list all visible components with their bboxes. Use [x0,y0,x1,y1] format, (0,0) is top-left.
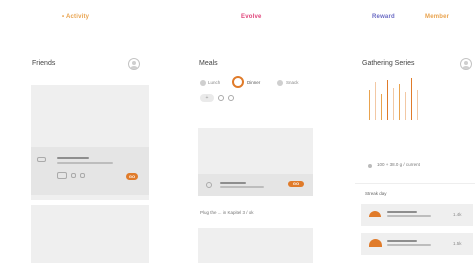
meals-title: Meals [199,60,218,67]
comment-icon[interactable] [80,173,85,178]
reward-panel: Gathering Series 100 + 38.0 g / current … [355,50,475,263]
tab-activity[interactable]: • Activity [62,14,89,20]
chart-line [387,80,388,120]
reward-avatar-icon[interactable] [460,58,472,70]
reward-item-detail-placeholder [387,215,431,217]
add-meal-chip[interactable]: + [200,94,214,102]
meal-card-2[interactable] [198,228,313,263]
friends-title: Friends [32,60,56,67]
friend-detail-placeholder [57,162,113,164]
friend-go-button[interactable]: GO [126,173,138,180]
section-divider [355,183,475,184]
reward-item-1[interactable]: 1.4k [361,204,473,226]
share-icon[interactable] [57,172,67,179]
stat-bullet-icon [368,164,372,168]
chart-line [405,92,406,120]
chart-line [417,90,418,120]
chart-line [399,84,400,120]
tab-reward[interactable]: Reward [372,14,395,20]
chart-line [375,82,376,120]
meal-name-placeholder [220,182,246,184]
friend-name-placeholder [57,157,89,159]
friends-panel: Friends GO [25,50,150,263]
reward-item-value: 1.4k [453,212,462,217]
filter-icon[interactable] [218,95,224,101]
reward-item-value: 1.5k [453,241,462,246]
like-icon[interactable] [71,173,76,178]
top-tab-bar: • Activity Evolve Reward Member [0,0,475,40]
tab-member[interactable]: Member [425,14,449,20]
chart-line [381,94,382,120]
meal-row[interactable]: GO [198,174,313,196]
thumbnail-icon [37,157,46,162]
meals-panel: Meals Lunch Dinner Snack + GO Plug the .… [192,50,317,263]
meal-snack-label[interactable]: Snack [286,80,299,85]
meal-lunch-label[interactable]: Lunch [208,80,220,85]
meal-lunch-icon[interactable] [200,80,206,86]
sort-icon[interactable] [228,95,234,101]
meal-dinner-label[interactable]: Dinner [247,80,260,85]
reward-item-icon [369,239,382,247]
meal-go-button[interactable]: GO [288,181,304,187]
reward-item-name-placeholder [387,240,417,242]
meal-snack-icon[interactable] [277,80,283,86]
meal-detail-placeholder [220,186,264,188]
friend-feed-card[interactable]: GO [31,85,149,200]
reward-stat-text: 100 + 38.0 g / current [377,162,420,167]
profile-avatar-icon[interactable] [128,58,140,70]
reward-item-icon [369,211,381,217]
friend-activity-row[interactable]: GO [31,147,149,195]
reward-section-label: Streak day [365,191,387,196]
chart-line [369,90,370,120]
meal-selected-ring-icon[interactable] [232,76,244,88]
chart-line [411,78,412,120]
friend-feed-card-2[interactable] [31,205,149,263]
reward-item-2[interactable]: 1.5k [361,233,473,255]
reward-streak-chart [365,78,425,120]
chart-line [393,88,394,120]
reward-item-detail-placeholder [387,244,431,246]
reward-item-name-placeholder [387,211,417,213]
tab-evolve[interactable]: Evolve [241,14,262,20]
meal-card[interactable]: GO [198,128,313,196]
meals-caption: Plug the ... in Kapitel 3 / ok [200,210,254,215]
meal-row-icon [206,182,212,188]
reward-title: Gathering Series [362,60,415,67]
